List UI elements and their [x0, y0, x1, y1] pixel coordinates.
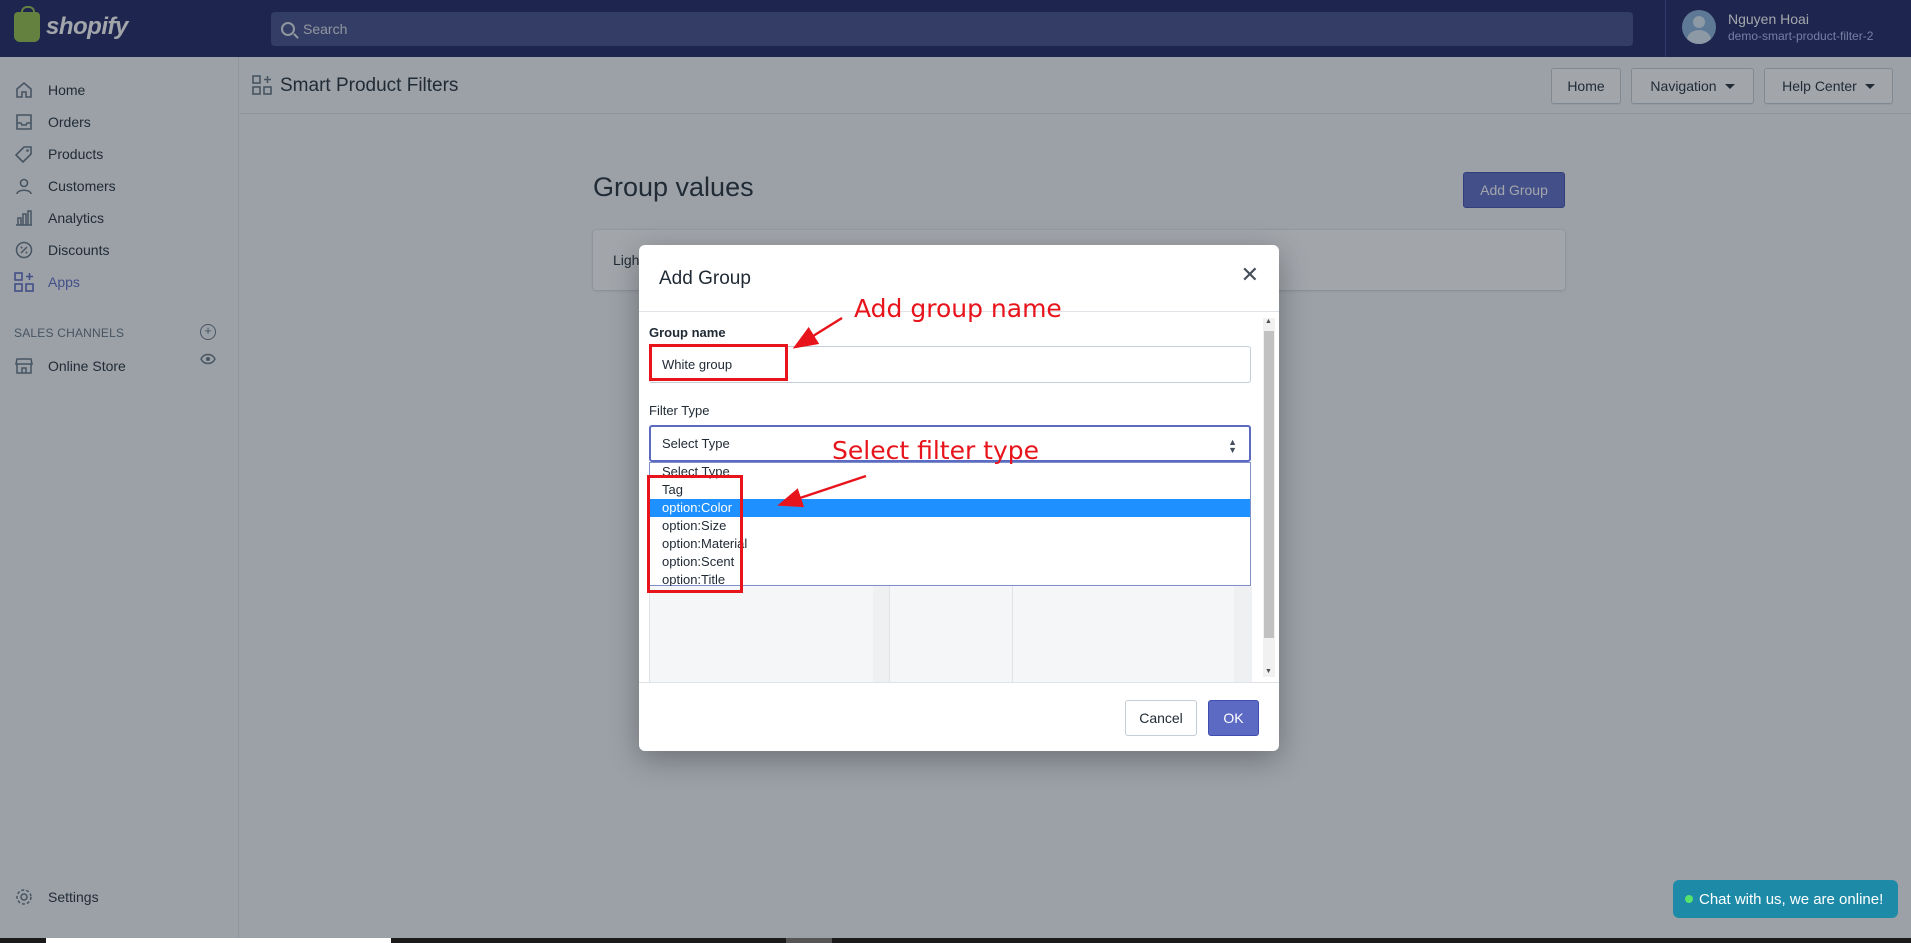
bottom-strip: [0, 938, 1911, 943]
table-column-divider: [889, 586, 890, 682]
close-icon[interactable]: ✕: [1241, 264, 1259, 286]
select-arrows-icon: ▲ ▼: [1228, 437, 1237, 455]
annotation-select-filter-type: Select filter type: [832, 436, 1040, 465]
group-name-label: Group name: [649, 325, 726, 340]
modal-title: Add Group: [659, 268, 751, 289]
annotation-add-group-name: Add group name: [854, 294, 1062, 323]
table-column-band: [1234, 586, 1252, 682]
table-column-band: [873, 586, 889, 682]
modal-footer: Cancel OK: [639, 682, 1279, 751]
scroll-down-icon[interactable]: ▼: [1265, 668, 1272, 675]
values-table: [649, 586, 1252, 682]
filter-type-label: Filter Type: [649, 403, 710, 418]
online-dot-icon: [1685, 895, 1693, 903]
scrollbar-thumb[interactable]: [1264, 331, 1274, 638]
ok-button[interactable]: OK: [1208, 700, 1259, 736]
chat-label: Chat with us, we are online!: [1699, 890, 1884, 908]
table-column-divider: [1012, 586, 1013, 682]
cancel-button[interactable]: Cancel: [1125, 700, 1197, 736]
annotation-box-group-name: [649, 344, 788, 381]
scroll-up-icon[interactable]: ▲: [1265, 318, 1272, 325]
chat-widget[interactable]: Chat with us, we are online!: [1673, 880, 1898, 918]
bottom-strip-light: [46, 938, 391, 943]
annotation-box-options: [647, 475, 743, 593]
bottom-strip-mid: [786, 938, 832, 943]
